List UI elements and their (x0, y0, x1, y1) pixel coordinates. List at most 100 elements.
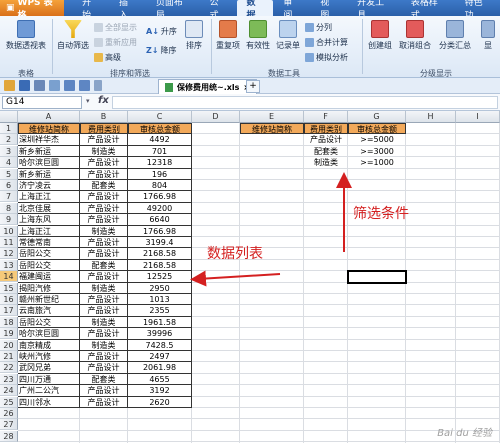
print-preview-icon[interactable] (49, 80, 60, 91)
save-icon[interactable] (19, 80, 30, 91)
column-header-c[interactable]: C (128, 111, 192, 123)
column-header-h[interactable]: H (406, 111, 456, 123)
sort-descending-button[interactable]: Z↓ 降序 (146, 45, 177, 56)
data-cell-category[interactable]: 产品设计 (80, 328, 128, 340)
column-header-a[interactable]: A (18, 111, 80, 123)
data-cell-amount[interactable]: 12318 (128, 157, 192, 169)
ungroup-button[interactable]: 取消组合 (396, 20, 434, 51)
redo-icon[interactable] (79, 80, 90, 91)
data-cell-category[interactable]: 产品设计 (80, 202, 128, 215)
data-cell-station[interactable]: 济宁凌云 (18, 180, 80, 192)
data-cell-station[interactable]: 上海东风 (18, 214, 80, 226)
name-box-dropdown-icon[interactable]: ▾ (86, 97, 90, 105)
data-cell-category[interactable]: 产品设计 (80, 191, 128, 203)
menu-insert[interactable]: 插入 (109, 0, 146, 21)
data-cell-amount[interactable]: 39996 (128, 328, 192, 340)
data-cell-amount[interactable]: 1961.58 (128, 316, 192, 329)
data-cell-amount[interactable]: 804 (128, 180, 192, 192)
criteria-cell-category[interactable]: 制造类 (304, 157, 348, 168)
data-cell-category[interactable]: 制造类 (80, 225, 128, 237)
data-cell-amount[interactable]: 701 (128, 145, 192, 158)
spreadsheet-grid[interactable]: A B C D E F G H I 1 2 3 4 5 6 7 8 9 10 11 12 13 14 15 16 17 18 19 20… (0, 111, 500, 443)
data-cell-amount[interactable]: 6640 (128, 214, 192, 226)
row-header-19[interactable]: 19 (0, 328, 18, 340)
data-cell-category[interactable]: 制造类 (80, 145, 128, 158)
row-header-11[interactable]: 11 (0, 237, 18, 248)
row-header-18[interactable]: 18 (0, 316, 18, 328)
app-menu-button[interactable]: ▣ WPS 表格 (0, 0, 65, 21)
data-cell-station[interactable]: 南京精成 (18, 339, 80, 351)
duplicates-button[interactable]: 重复项 (214, 20, 242, 51)
data-cell-category[interactable]: 产品设计 (80, 168, 128, 180)
data-cell-station[interactable]: 深圳祥华杰 (18, 134, 80, 146)
criteria-cell-amount[interactable]: >=5000 (348, 134, 406, 145)
column-header-e[interactable]: E (240, 111, 304, 123)
row-header-14[interactable]: 14 (0, 271, 18, 283)
data-cell-amount[interactable]: 2355 (128, 305, 192, 317)
data-cell-amount[interactable]: 2620 (128, 396, 192, 408)
data-cell-amount[interactable]: 2950 (128, 282, 192, 294)
criteria-cell-amount[interactable]: >=3000 (348, 146, 406, 157)
column-header-b[interactable]: B (80, 111, 128, 123)
row-header-26[interactable]: 26 (0, 408, 18, 419)
row-header-15[interactable]: 15 (0, 282, 18, 294)
criteria-header-cell[interactable]: 费用类别 (304, 123, 348, 135)
data-cell-amount[interactable]: 1766.98 (128, 191, 192, 203)
active-cell-g14[interactable] (347, 270, 407, 284)
data-cell-station[interactable]: 云南旅汽 (18, 305, 80, 317)
menu-table-style[interactable]: 表格样式 (401, 0, 455, 21)
row-header-22[interactable]: 22 (0, 362, 18, 374)
data-cell-amount[interactable]: 1013 (128, 294, 192, 306)
row-header-2[interactable]: 2 (0, 134, 18, 146)
data-cell-station[interactable]: 岳阳公交 (18, 248, 80, 260)
row-header-9[interactable]: 9 (0, 214, 18, 226)
row-header-3[interactable]: 3 (0, 145, 18, 157)
simulate-button[interactable]: 模拟分析 (305, 52, 348, 63)
menu-data[interactable]: 数据 (236, 0, 274, 21)
row-header-7[interactable]: 7 (0, 191, 18, 203)
row-header-27[interactable]: 27 (0, 419, 18, 431)
data-cell-station[interactable]: 北京佳展 (18, 202, 80, 215)
criteria-cell-category[interactable]: 配套类 (304, 146, 348, 157)
data-cell-station[interactable]: 广州二公汽 (18, 385, 80, 397)
data-cell-amount[interactable]: 196 (128, 168, 192, 180)
data-cell-station[interactable]: 四川邻水 (18, 396, 80, 408)
data-cell-category[interactable]: 产品设计 (80, 351, 128, 363)
row-header-6[interactable]: 6 (0, 180, 18, 191)
row-header-20[interactable]: 20 (0, 339, 18, 351)
merge-calc-button[interactable]: 合并计算 (305, 37, 348, 48)
criteria-header-cell[interactable]: 维修站简称 (240, 123, 304, 135)
data-header-cell[interactable]: 费用类别 (80, 123, 128, 135)
data-cell-category[interactable]: 产品设计 (80, 396, 128, 408)
data-cell-station[interactable]: 福建闽运 (18, 271, 80, 283)
menu-review[interactable]: 审阅 (273, 0, 310, 21)
show-detail-button[interactable]: 显 (478, 20, 498, 51)
data-cell-amount[interactable]: 7428.5 (128, 339, 192, 351)
data-cell-category[interactable]: 制造类 (80, 339, 128, 351)
row-header-21[interactable]: 21 (0, 351, 18, 362)
autofilter-button[interactable]: 自动筛选 (55, 20, 91, 51)
menu-view[interactable]: 视图 (310, 0, 347, 21)
data-cell-station[interactable]: 哈尔滨巨圆 (18, 328, 80, 340)
criteria-cell-amount[interactable]: >=1000 (348, 157, 406, 168)
row-header-10[interactable]: 10 (0, 225, 18, 237)
subtotal-button[interactable]: 分类汇总 (436, 20, 474, 51)
data-cell-amount[interactable]: 2168.58 (128, 248, 192, 260)
row-header-4[interactable]: 4 (0, 157, 18, 169)
data-cell-amount[interactable]: 2061.98 (128, 362, 192, 374)
data-cell-station[interactable]: 赣州新世纪 (18, 294, 80, 306)
formula-input[interactable] (112, 96, 498, 109)
sort-button[interactable]: 排序 (180, 20, 208, 51)
data-cell-category[interactable]: 制造类 (80, 282, 128, 294)
data-cell-category[interactable]: 配套类 (80, 180, 128, 192)
row-header-12[interactable]: 12 (0, 248, 18, 260)
data-cell-station[interactable]: 峡州汽修 (18, 351, 80, 363)
data-cell-amount[interactable]: 12525 (128, 271, 192, 283)
data-cell-station[interactable]: 新乡新运 (18, 168, 80, 180)
data-cell-category[interactable]: 配套类 (80, 373, 128, 386)
criteria-header-cell[interactable]: 审核总金额 (348, 123, 406, 135)
select-all-corner[interactable] (0, 111, 18, 123)
menu-home[interactable]: 开始 (72, 0, 109, 21)
row-header-17[interactable]: 17 (0, 305, 18, 317)
data-cell-station[interactable]: 常德常南 (18, 237, 80, 249)
